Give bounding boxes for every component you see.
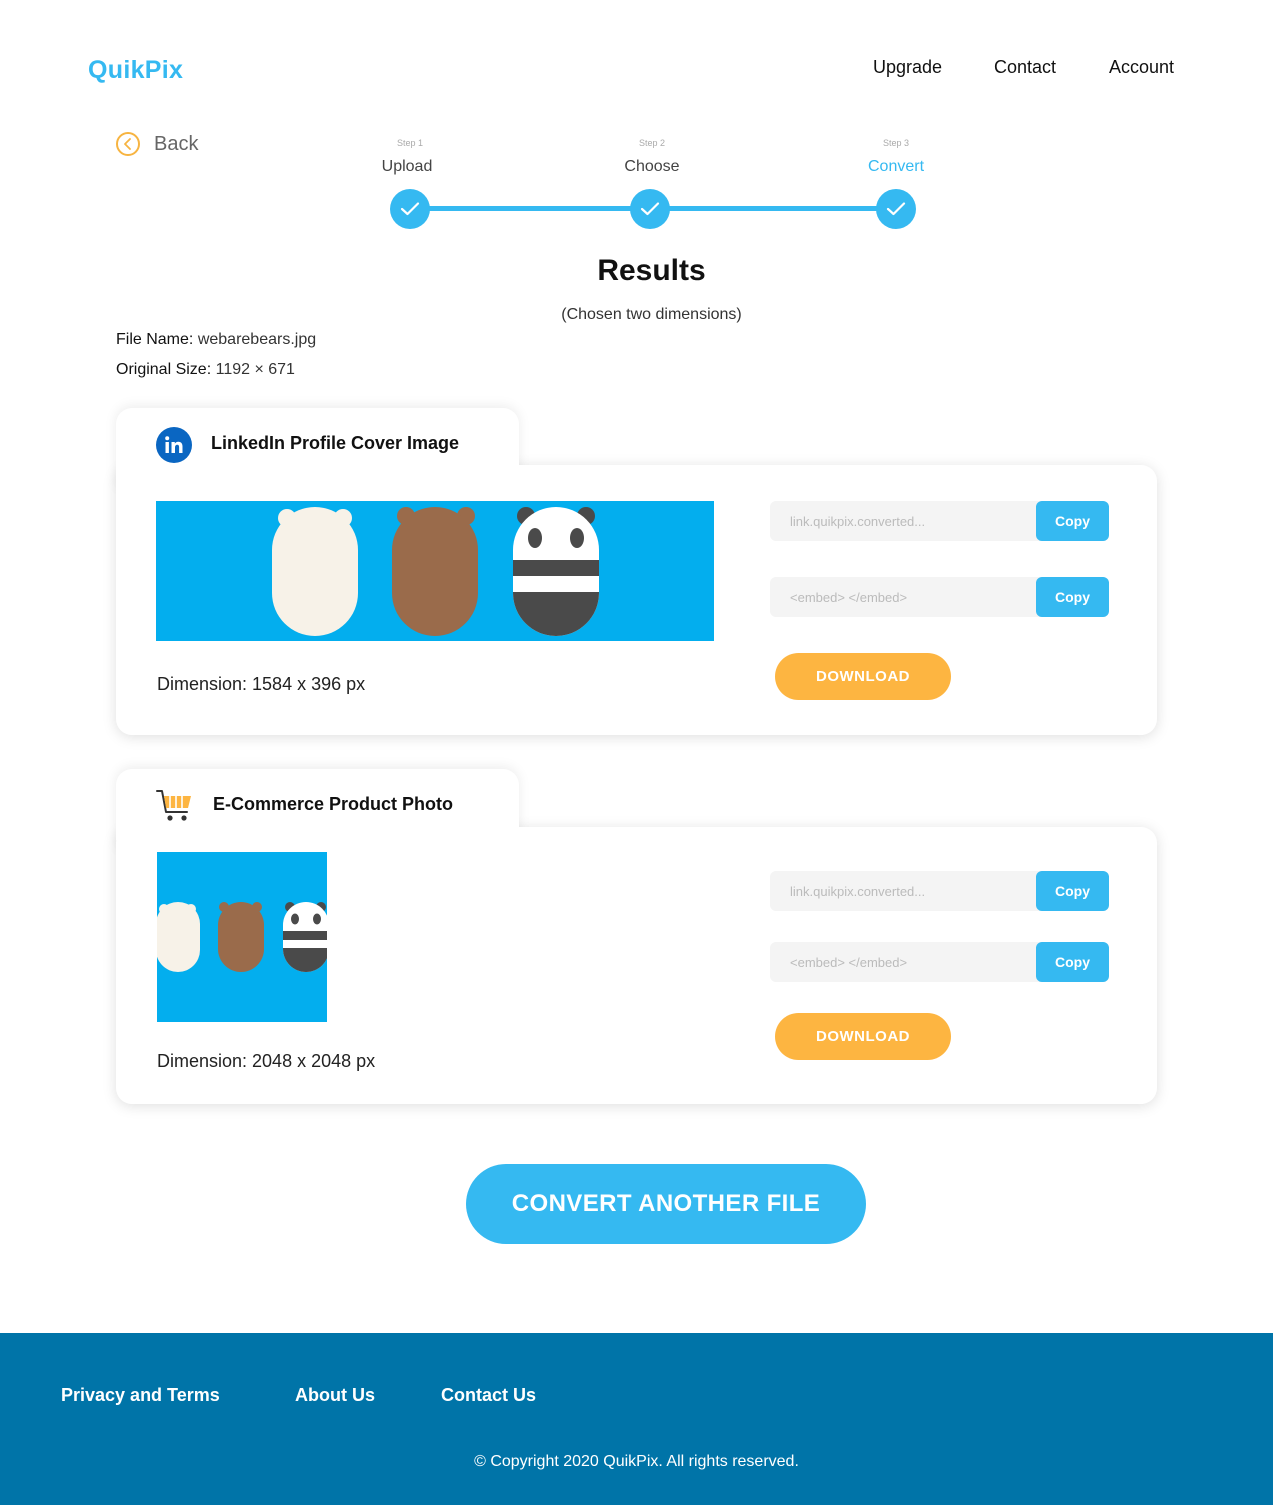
footer: Privacy and Terms About Us Contact Us © … (0, 1333, 1273, 1505)
original-size-label: Original Size: (116, 361, 212, 378)
copy-link-button[interactable]: Copy (1036, 871, 1109, 911)
shopping-cart-icon (156, 788, 194, 824)
logo[interactable]: QuikPix (88, 56, 183, 85)
nav-contact[interactable]: Contact (994, 57, 1056, 78)
original-size-value: 1192 × 671 (215, 361, 295, 378)
dimension-linkedin: Dimension: 1584 x 396 px (157, 674, 366, 694)
copy-embed-button[interactable]: Copy (1036, 942, 1109, 982)
share-link-field-ecommerce: Copy (770, 871, 1109, 911)
copy-link-button[interactable]: Copy (1036, 501, 1109, 541)
share-link-input[interactable] (770, 512, 1032, 530)
file-name-value: webarebears.jpg (197, 331, 317, 348)
copyright-text: © Copyright 2020 QuikPix. All rights res… (474, 1453, 799, 1470)
download-button-ecommerce[interactable]: DOWNLOAD (775, 1013, 951, 1060)
step-1-check-icon (390, 189, 430, 229)
download-button-linkedin[interactable]: DOWNLOAD (775, 653, 951, 700)
file-name-label: File Name: (116, 331, 194, 348)
bears-illustration (272, 507, 599, 636)
card-title-linkedin: LinkedIn Profile Cover Image (211, 433, 460, 453)
back-label: Back (154, 132, 199, 155)
back-button[interactable]: Back (116, 132, 198, 156)
step-3-label: Convert (867, 158, 925, 175)
preview-image-linkedin[interactable] (156, 501, 714, 641)
step-2-number: Step 2 (638, 138, 666, 148)
embed-code-input[interactable] (770, 588, 1032, 606)
share-link-field-linkedin: Copy (770, 501, 1109, 541)
convert-another-file-button[interactable]: CONVERT ANOTHER FILE (466, 1164, 866, 1244)
step-2-label: Choose (624, 158, 680, 175)
page-title: Results (597, 254, 706, 287)
nav-upgrade[interactable]: Upgrade (873, 57, 942, 78)
footer-link-about[interactable]: About Us (295, 1385, 375, 1406)
step-3-number: Step 3 (882, 138, 910, 148)
step-1-label: Upload (381, 158, 433, 175)
step-3-check-icon (876, 189, 916, 229)
footer-link-privacy[interactable]: Privacy and Terms (61, 1385, 220, 1406)
share-link-input[interactable] (770, 882, 1032, 900)
copy-embed-button[interactable]: Copy (1036, 577, 1109, 617)
original-size-row: Original Size: 1192 × 671 (116, 361, 295, 379)
embed-code-field-linkedin: Copy (770, 577, 1109, 617)
card-title-ecommerce: E-Commerce Product Photo (213, 794, 454, 814)
dimension-ecommerce: Dimension: 2048 x 2048 px (157, 1051, 376, 1071)
linkedin-icon (156, 427, 192, 463)
footer-link-contact[interactable]: Contact Us (441, 1385, 536, 1406)
step-1-number: Step 1 (396, 138, 424, 148)
step-2-check-icon (630, 189, 670, 229)
embed-code-input[interactable] (770, 953, 1032, 971)
page-subtitle: (Chosen two dimensions) (561, 306, 742, 323)
chevron-left-icon (116, 132, 140, 156)
embed-code-field-ecommerce: Copy (770, 942, 1109, 982)
file-name-row: File Name: webarebears.jpg (116, 331, 316, 349)
nav-account[interactable]: Account (1109, 57, 1174, 78)
bears-illustration (157, 902, 327, 972)
preview-image-ecommerce[interactable] (157, 852, 327, 1022)
